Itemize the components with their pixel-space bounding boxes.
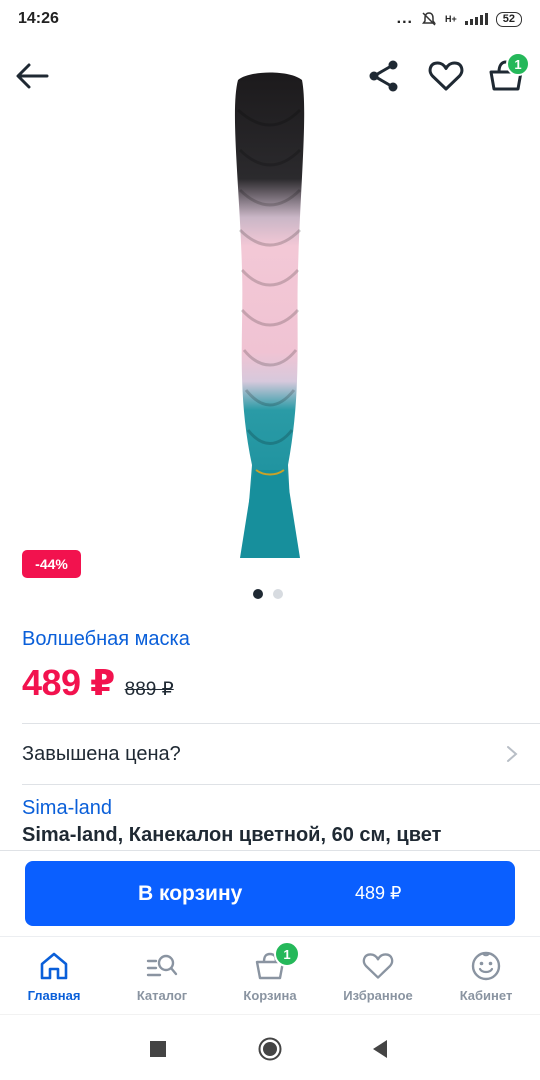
price-row: 489 ₽ 889 ₽ bbox=[22, 662, 174, 704]
nav-label: Избранное bbox=[343, 988, 413, 1003]
back-button[interactable] bbox=[10, 54, 54, 98]
nav-label: Кабинет bbox=[459, 988, 513, 1003]
nav-label: Корзина bbox=[243, 988, 297, 1003]
system-navigation-bar bbox=[0, 1014, 540, 1080]
current-price: 489 ₽ bbox=[22, 662, 115, 703]
nav-item-home[interactable]: Главная bbox=[0, 937, 108, 1014]
divider bbox=[0, 850, 540, 851]
price-complaint-label: Завышена цена? bbox=[22, 742, 181, 765]
circle-icon bbox=[258, 1037, 282, 1061]
signal-icon bbox=[464, 13, 488, 25]
price-complaint-row[interactable]: Завышена цена? bbox=[0, 724, 540, 784]
carousel-dot-2[interactable] bbox=[273, 589, 283, 599]
status-time: 14:26 bbox=[18, 10, 59, 27]
image-carousel-dots bbox=[253, 589, 283, 599]
nav-label: Каталог bbox=[136, 988, 188, 1003]
nav-item-account[interactable]: Кабинет bbox=[432, 937, 540, 1014]
nav-item-catalog[interactable]: Каталог bbox=[108, 937, 216, 1014]
notification-dots: ... bbox=[396, 10, 413, 27]
divider bbox=[22, 784, 540, 785]
favorite-button[interactable] bbox=[424, 54, 468, 98]
brand-link[interactable]: Волшебная маска bbox=[22, 628, 190, 651]
product-image[interactable] bbox=[150, 70, 390, 570]
chevron-right-icon bbox=[507, 746, 518, 762]
battery-indicator: 52 bbox=[495, 11, 522, 27]
status-icons: ... H+ 52 bbox=[397, 10, 522, 28]
old-price: 889 ₽ bbox=[124, 679, 174, 700]
back-system-button[interactable] bbox=[368, 1037, 392, 1061]
add-to-cart-price: 489 ₽ bbox=[355, 883, 402, 903]
catalog-search-icon bbox=[146, 954, 178, 977]
square-icon bbox=[150, 1041, 166, 1057]
bell-off-icon bbox=[421, 12, 436, 26]
arrow-left-icon bbox=[16, 63, 49, 89]
cart-count-badge: 1 bbox=[274, 941, 300, 967]
heart-icon bbox=[428, 61, 464, 91]
cart-count-badge: 1 bbox=[506, 52, 530, 76]
seller-link[interactable]: Sima-land bbox=[22, 797, 112, 820]
product-title: Sima-land, Канекалон цветной, 60 см, цве… bbox=[22, 824, 442, 846]
add-to-cart-button[interactable]: В корзину 489 ₽ bbox=[25, 861, 515, 926]
heart-icon bbox=[362, 953, 394, 979]
triangle-back-icon bbox=[373, 1040, 387, 1058]
recent-apps-button[interactable] bbox=[146, 1037, 170, 1061]
bottom-navigation: Главная Каталог Корзина 1 Избранное Каби… bbox=[0, 936, 540, 1014]
home-system-button[interactable] bbox=[258, 1037, 282, 1061]
nav-item-cart[interactable]: Корзина 1 bbox=[216, 937, 324, 1014]
carousel-dot-1[interactable] bbox=[253, 589, 263, 599]
nav-label: Главная bbox=[27, 988, 81, 1003]
smile-icon bbox=[471, 951, 501, 981]
add-to-cart-label: В корзину bbox=[138, 881, 243, 905]
nav-item-favorites[interactable]: Избранное bbox=[324, 937, 432, 1014]
discount-badge: -44% bbox=[22, 550, 81, 578]
network-type: H+ bbox=[444, 14, 457, 24]
home-icon bbox=[40, 952, 68, 980]
status-bar: 14:26 ... H+ 52 bbox=[0, 0, 540, 38]
